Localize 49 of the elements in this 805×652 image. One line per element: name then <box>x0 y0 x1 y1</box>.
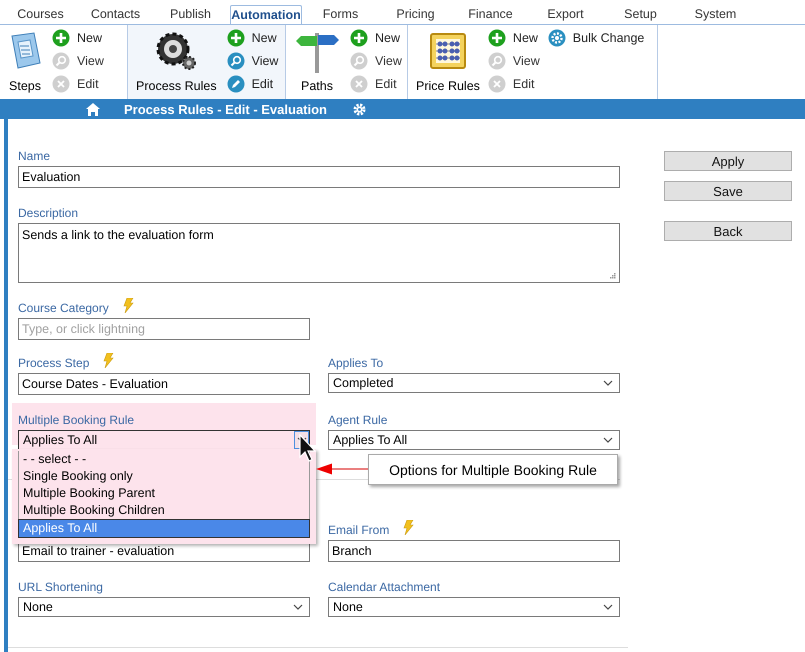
field-label: Agent Rule <box>328 413 388 427</box>
action-button[interactable]: Back <box>664 221 792 241</box>
field-label: Calendar Attachment <box>328 580 440 594</box>
text-field[interactable]: Evaluation <box>18 166 620 188</box>
menu-tab[interactable]: Export <box>528 5 603 24</box>
ribbon-action[interactable]: New <box>52 29 104 47</box>
menu-tab[interactable]: Pricing <box>378 5 453 24</box>
page-title: Process Rules - Edit - Evaluation <box>124 102 327 116</box>
menu-tab[interactable]: Contacts <box>78 5 153 24</box>
ribbon-action[interactable]: Bulk Change <box>548 29 644 47</box>
dropdown-option[interactable]: Single Booking only <box>18 468 310 485</box>
menu-tab[interactable]: Publish <box>153 5 228 24</box>
field-label: Description <box>18 206 78 220</box>
menu-tab[interactable]: Finance <box>453 5 528 24</box>
dropdown[interactable]: None <box>18 597 310 617</box>
menu-tab[interactable]: Courses <box>3 5 78 24</box>
dropdown[interactable]: None <box>328 597 620 617</box>
text-field[interactable]: Type, or click lightning <box>18 318 310 340</box>
menu-tab[interactable]: Forms <box>303 5 378 24</box>
field-label: Process Step <box>18 356 90 370</box>
field-label: URL Shortening <box>18 580 103 594</box>
callout: Options for Multiple Booking Rule <box>368 454 618 485</box>
dropdown-option[interactable]: Multiple Booking Parent <box>18 485 310 502</box>
dropdown-option[interactable]: Applies To All <box>18 519 310 538</box>
ribbon-action[interactable]: View <box>226 52 278 70</box>
ribbon-button[interactable]: Price Rules <box>416 27 480 99</box>
text-field[interactable]: Branch <box>328 540 620 562</box>
field-label: Course Category <box>18 301 109 315</box>
dropdown[interactable]: Completed <box>328 373 620 393</box>
ribbon-button[interactable]: Process Rules <box>136 27 217 99</box>
menu-tab[interactable]: Automation <box>230 5 302 24</box>
menu-tab[interactable]: Setup <box>603 5 678 24</box>
ribbon-action[interactable]: New <box>226 29 278 47</box>
ribbon-button[interactable]: Steps <box>8 27 42 99</box>
ribbon-action[interactable]: Edit <box>226 75 278 93</box>
action-button[interactable]: Save <box>664 181 792 201</box>
action-button[interactable]: Apply <box>664 151 792 171</box>
text-area[interactable]: Sends a link to the evaluation form <box>18 223 620 283</box>
menu-tab[interactable]: System <box>678 5 753 24</box>
text-field[interactable]: Course Dates - Evaluation <box>18 373 310 395</box>
dropdown[interactable]: Applies To All <box>328 430 620 450</box>
ribbon-action[interactable]: New <box>350 29 402 47</box>
field-label: Applies To <box>328 356 384 370</box>
field-label: Name <box>18 149 50 163</box>
ribbon-action[interactable]: New <box>488 29 540 47</box>
ribbon-button[interactable]: Paths <box>294 27 340 99</box>
field-label: Multiple Booking Rule <box>18 413 134 427</box>
field-label: Email From <box>328 523 390 537</box>
dropdown[interactable]: Applies To All <box>18 430 310 450</box>
